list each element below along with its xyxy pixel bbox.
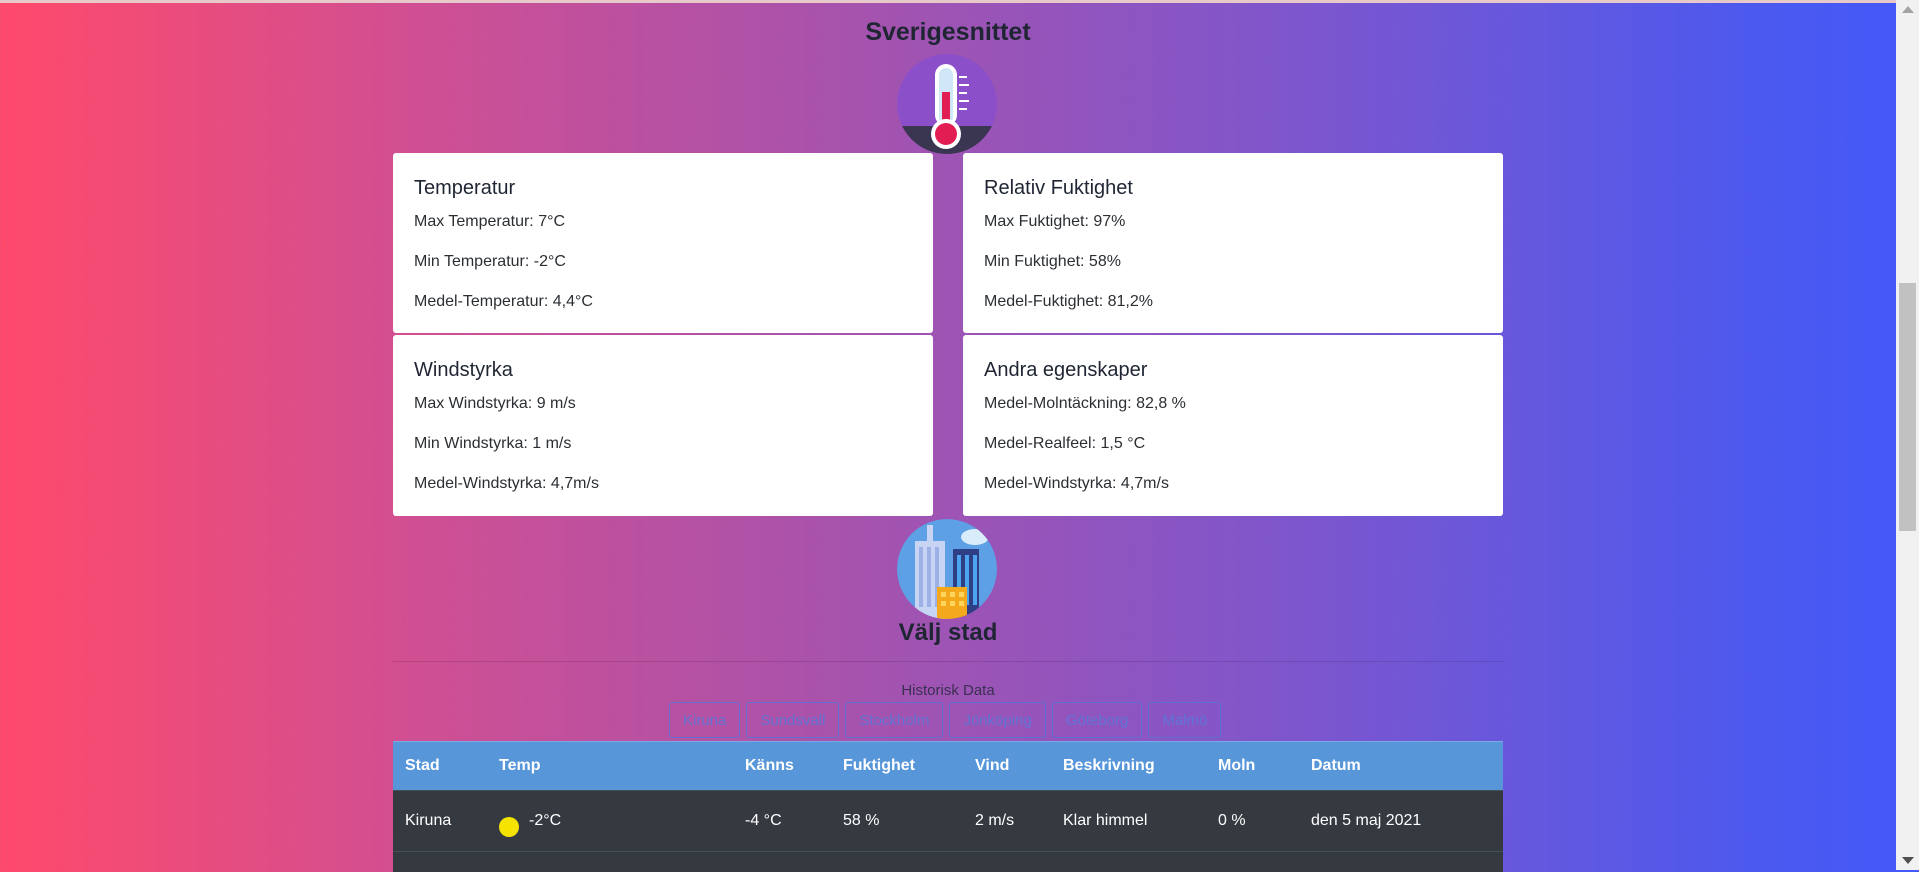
city-button-sundsvall[interactable]: Sundsvall (746, 702, 840, 738)
scrollbar-thumb[interactable] (1899, 283, 1916, 531)
card-title: Temperatur (414, 177, 516, 199)
temperature-card: Temperatur Max Temperatur: 7°C Min Tempe… (393, 153, 933, 333)
sun-icon (499, 817, 519, 837)
avg-humidity: Medel-Fuktighet: 81,2% (984, 293, 1153, 310)
table-header: Stad Temp Känns Fuktighet Vind Beskrivni… (393, 741, 1503, 790)
avg-temperature: Medel-Temperatur: 4,4°C (414, 293, 593, 310)
cell-beskrivning: Klar himmel (1063, 812, 1148, 829)
scroll-up-arrow-icon[interactable] (1902, 6, 1914, 13)
divider (393, 661, 1503, 662)
header-temp: Temp (499, 757, 541, 774)
cell-kanns: -4 °C (745, 812, 782, 829)
city-button-jonkoping[interactable]: Jönköping (949, 702, 1046, 738)
header-beskrivning: Beskrivning (1063, 757, 1155, 774)
cell-datum: den 5 maj 2021 (1311, 812, 1422, 829)
header-fuktighet: Fuktighet (843, 757, 915, 774)
min-wind: Min Windstyrka: 1 m/s (414, 435, 572, 452)
temp-value: -2°C (529, 812, 562, 829)
card-title: Andra egenskaper (984, 359, 1148, 381)
humidity-card: Relativ Fuktighet Max Fuktighet: 97% Min… (963, 153, 1503, 333)
city-button-group: Kiruna Sundsvall Stockholm Jönköping Göt… (669, 702, 1222, 740)
scroll-down-arrow-icon[interactable] (1902, 857, 1914, 864)
other-properties-card: Andra egenskaper Medel-Molntäckning: 82,… (963, 335, 1503, 516)
max-wind: Max Windstyrka: 9 m/s (414, 395, 576, 412)
city-buildings-icon (897, 519, 997, 619)
city-button-stockholm[interactable]: Stockholm (845, 702, 944, 738)
avg-wind-speed: Medel-Windstyrka: 4,7m/s (984, 475, 1169, 492)
historical-data-label: Historisk Data (901, 682, 995, 699)
table-row: Kiruna -2°C -4 °C 58 % 2 m/s Klar himmel… (393, 790, 1503, 851)
avg-realfeel: Medel-Realfeel: 1,5 °C (984, 435, 1146, 452)
header-datum: Datum (1311, 757, 1361, 774)
city-button-kiruna[interactable]: Kiruna (669, 702, 741, 738)
table-row-partial (393, 851, 1503, 872)
header-kanns: Känns (745, 757, 794, 774)
avg-wind: Medel-Windstyrka: 4,7m/s (414, 475, 599, 492)
header-vind: Vind (975, 757, 1010, 774)
weather-table: Stad Temp Känns Fuktighet Vind Beskrivni… (393, 741, 1503, 872)
cell-vind: 2 m/s (975, 812, 1015, 829)
cell-stad: Kiruna (405, 812, 452, 829)
top-border (0, 0, 1896, 3)
city-button-malmo[interactable]: Malmö (1148, 702, 1222, 738)
avg-cloud-cover: Medel-Molntäckning: 82,8 % (984, 395, 1186, 412)
thermometer-icon (897, 54, 997, 154)
choose-city-title: Välj stad (898, 619, 998, 646)
cell-fuktighet: 58 % (843, 812, 880, 829)
max-temperature: Max Temperatur: 7°C (414, 213, 566, 230)
city-button-goteborg[interactable]: Göteborg (1051, 702, 1143, 738)
cell-moln: 0 % (1218, 812, 1246, 829)
wind-card: Windstyrka Max Windstyrka: 9 m/s Min Win… (393, 335, 933, 516)
max-humidity: Max Fuktighet: 97% (984, 213, 1126, 230)
min-temperature: Min Temperatur: -2°C (414, 253, 566, 270)
cell-temp: -2°C (499, 791, 561, 851)
page-title: Sverigesnittet (865, 18, 1031, 46)
vertical-scrollbar[interactable] (1896, 0, 1919, 870)
header-moln: Moln (1218, 757, 1256, 774)
min-humidity: Min Fuktighet: 58% (984, 253, 1121, 270)
card-title: Relativ Fuktighet (984, 177, 1133, 199)
header-stad: Stad (405, 757, 440, 774)
card-title: Windstyrka (414, 359, 513, 381)
